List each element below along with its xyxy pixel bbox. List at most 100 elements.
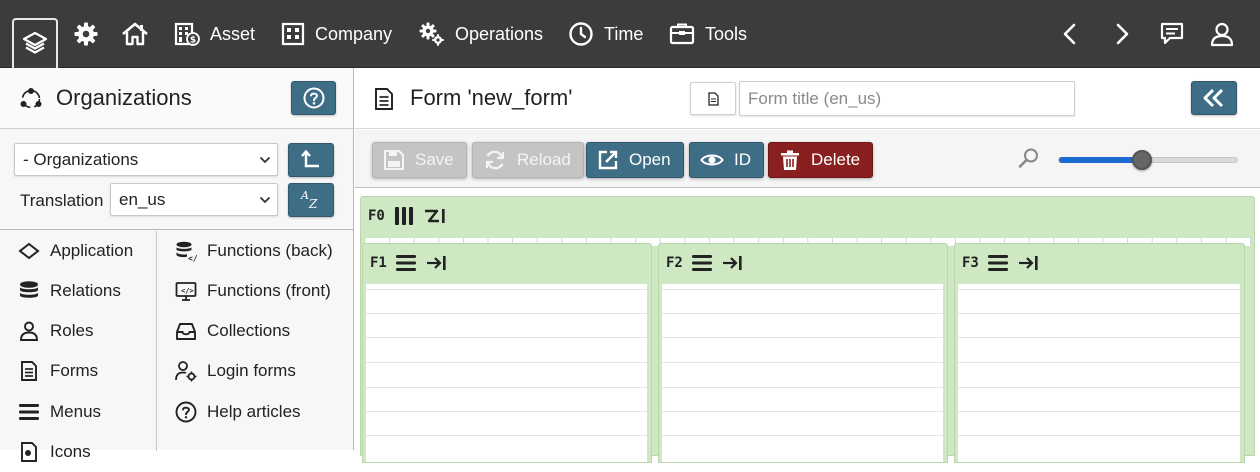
sidebar-item-login-forms[interactable]: Login forms	[175, 351, 296, 391]
menu-icon[interactable]	[987, 253, 1009, 273]
go-to-parent-button[interactable]	[288, 143, 334, 177]
history-back-button[interactable]	[1060, 0, 1080, 68]
chevron-down-icon	[259, 155, 271, 165]
form-title-input[interactable]	[739, 81, 1075, 116]
inbox-icon	[175, 320, 197, 342]
row-divider	[958, 435, 1240, 436]
chat-icon	[1159, 21, 1185, 47]
field-container-f2[interactable]: F2	[658, 243, 948, 463]
zoom-slider-thumb[interactable]	[1131, 150, 1152, 170]
sidebar-item-forms[interactable]: Forms	[18, 351, 98, 391]
svg-text:A: A	[300, 189, 309, 202]
collapse-sidebar-button[interactable]	[1191, 81, 1237, 115]
form-builder-main: Form 'new_form' Save Reload Open ID	[355, 68, 1260, 463]
columns-icon[interactable]	[393, 206, 415, 226]
sidebar-item-roles[interactable]: Roles	[18, 311, 93, 351]
row-divider	[958, 337, 1240, 338]
form-title: Form 'new_form'	[410, 85, 573, 110]
nav-asset-label: Asset	[210, 23, 256, 44]
field-label: F0	[368, 208, 385, 224]
field-label: F3	[962, 255, 979, 271]
wrap-icon[interactable]	[423, 207, 447, 225]
module-select[interactable]: - Organizations	[14, 143, 278, 176]
diamond-icon	[18, 240, 40, 262]
feedback-button[interactable]	[1159, 0, 1185, 68]
document-icon	[18, 360, 40, 382]
open-label: Open	[629, 150, 671, 169]
chevron-right-icon	[1112, 21, 1132, 47]
zoom-slider[interactable]	[1058, 150, 1238, 170]
nav-asset[interactable]: $ Asset	[174, 0, 255, 68]
open-button[interactable]: Open	[586, 142, 684, 178]
sidebar-item-label: Login forms	[207, 361, 296, 380]
field-header-f1: F1	[370, 253, 449, 273]
eye-icon	[700, 151, 724, 169]
field-container-f1[interactable]: F1	[362, 243, 652, 463]
field-container-f3[interactable]: F3	[954, 243, 1245, 463]
sidebar-item-label: Collections	[207, 321, 291, 340]
arrow-right-to-bar-icon[interactable]	[721, 254, 745, 272]
menu-icon	[18, 401, 40, 423]
monitor-code-icon: </>	[175, 280, 197, 302]
db-code-icon: </>	[175, 240, 197, 262]
nav-company[interactable]: Company	[281, 0, 392, 68]
sidebar-item-label: Functions (front)	[207, 281, 331, 300]
nav-operations-label: Operations	[455, 23, 544, 44]
id-button[interactable]: ID	[689, 142, 764, 178]
building-icon	[281, 21, 305, 47]
row-divider	[958, 362, 1240, 363]
history-forward-button[interactable]	[1112, 0, 1132, 68]
form-title-options-button[interactable]	[690, 82, 736, 115]
delete-button[interactable]: Delete	[768, 142, 874, 178]
zoom-icon	[1018, 147, 1040, 169]
nav-tools[interactable]: Tools	[669, 0, 747, 68]
floppy-icon	[383, 149, 405, 171]
user-settings-button[interactable]	[1209, 0, 1235, 68]
user-icon	[1209, 21, 1235, 47]
builder-sidebar: Organizations - Organizations Translatio…	[0, 68, 354, 462]
svg-text:</>: </>	[188, 254, 197, 262]
row-divider	[366, 387, 647, 388]
translation-label: Translation	[20, 191, 104, 210]
home-button[interactable]	[121, 0, 149, 68]
menu-icon[interactable]	[395, 253, 417, 273]
menu-icon[interactable]	[691, 253, 713, 273]
sidebar-item-functions-back[interactable]: </> Functions (back)	[175, 231, 333, 271]
row-divider	[662, 337, 943, 338]
sidebar-item-help-articles[interactable]: Help articles	[175, 392, 301, 432]
sidebar-item-menus[interactable]: Menus	[18, 392, 101, 432]
sidebar-item-collections[interactable]: Collections	[175, 311, 290, 351]
users-icon	[18, 320, 40, 342]
arrow-right-to-bar-icon[interactable]	[1017, 254, 1041, 272]
translations-button[interactable]: AZ	[288, 183, 334, 217]
reload-label: Reload	[517, 150, 571, 169]
row-divider	[366, 289, 647, 290]
icons-icon	[18, 441, 40, 463]
nav-time[interactable]: Time	[568, 0, 643, 68]
id-label: ID	[734, 150, 751, 169]
chevron-left-icon	[1060, 21, 1080, 47]
nav-company-label: Company	[315, 23, 393, 44]
nav-operations[interactable]: Operations	[419, 0, 543, 68]
sidebar-item-functions-front[interactable]: </> Functions (front)	[175, 271, 331, 311]
az-icon: AZ	[299, 189, 323, 211]
field-container-f0[interactable]: F0 F1 F2 F3	[360, 196, 1255, 463]
help-icon	[303, 87, 325, 109]
sidebar-item-label: Roles	[50, 321, 94, 340]
save-button[interactable]: Save	[372, 142, 467, 178]
translation-select[interactable]: en_us	[110, 183, 278, 216]
layers-menu-button[interactable]	[12, 18, 58, 68]
sidebar-item-label: Forms	[50, 361, 99, 380]
reload-button[interactable]: Reload	[472, 142, 584, 178]
row-divider	[662, 411, 943, 412]
form-builder-canvas: F0 F1 F2 F3	[355, 189, 1260, 463]
sidebar-item-icons[interactable]: Icons	[18, 432, 91, 472]
field-container-body	[958, 284, 1240, 462]
database-icon	[18, 280, 40, 302]
sidebar-item-relations[interactable]: Relations	[18, 271, 121, 311]
sidebar-item-application[interactable]: Application	[18, 231, 133, 271]
help-button[interactable]	[291, 81, 336, 115]
organizations-icon	[19, 87, 43, 111]
arrow-right-to-bar-icon[interactable]	[425, 254, 449, 272]
settings-button[interactable]	[73, 0, 99, 68]
